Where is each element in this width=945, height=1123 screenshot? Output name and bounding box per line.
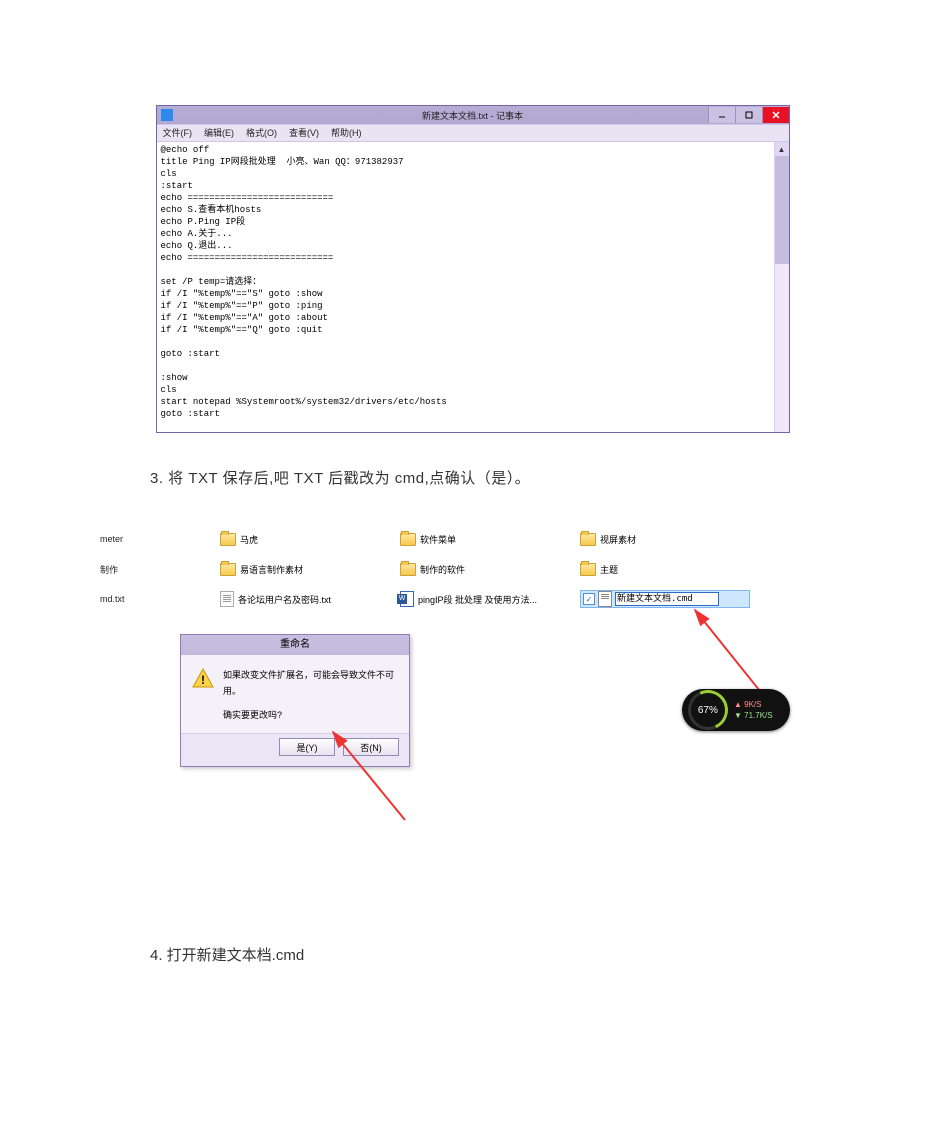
notepad-titlebar: 新建文本文档.txt - 记事本 bbox=[157, 106, 789, 124]
download-speed: 71.7K/S bbox=[744, 711, 772, 720]
folder-item[interactable]: 制作的软件 bbox=[400, 563, 580, 576]
file-rename-item[interactable]: ✓ 新建文本文档.cmd bbox=[580, 590, 750, 608]
folder-item[interactable]: 视屏素材 bbox=[580, 533, 760, 546]
step-3-text: 3. 将 TXT 保存后,吧 TXT 后戳改为 cmd,点确认（是）。 bbox=[150, 467, 845, 488]
menu-format[interactable]: 格式(O) bbox=[240, 125, 283, 141]
notepad-menubar: 文件(F) 编辑(E) 格式(O) 查看(V) 帮助(H) bbox=[157, 124, 789, 142]
arrow-up-icon: ▲ bbox=[734, 700, 744, 709]
notepad-icon bbox=[161, 109, 173, 121]
row-label: md.txt bbox=[100, 594, 220, 604]
rename-input[interactable]: 新建文本文档.cmd bbox=[615, 592, 719, 606]
dialog-line1: 如果改变文件扩展名，可能会导致文件不可用。 bbox=[223, 667, 399, 699]
word-file-icon bbox=[400, 591, 414, 607]
gauge-percent: 67% bbox=[698, 704, 718, 715]
scroll-thumb[interactable] bbox=[775, 156, 789, 264]
no-button[interactable]: 否(N) bbox=[343, 738, 399, 756]
svg-text:!: ! bbox=[201, 673, 205, 687]
file-item[interactable]: 各论坛用户名及密码.txt bbox=[220, 591, 400, 607]
network-gauge-widget: 67% ▲ 9K/S ▼ 71.7K/S bbox=[682, 689, 790, 731]
file-name: pingIP段 批处理 及使用方法... bbox=[418, 593, 537, 606]
folder-icon bbox=[580, 533, 596, 546]
cmd-file-icon bbox=[598, 591, 612, 607]
step-4-text: 4. 打开新建文本档.cmd bbox=[150, 944, 845, 965]
folder-name: 易语言制作素材 bbox=[240, 563, 303, 576]
warning-icon: ! bbox=[191, 667, 215, 691]
scrollbar[interactable]: ▲ bbox=[774, 142, 789, 432]
scroll-up-icon[interactable]: ▲ bbox=[775, 142, 789, 156]
document-page: 新建文本文档.txt - 记事本 文件(F) 编辑(E) 格式(O) 查看(V)… bbox=[0, 0, 945, 1123]
notepad-title: 新建文本文档.txt - 记事本 bbox=[422, 109, 523, 122]
row-label: meter bbox=[100, 534, 220, 544]
menu-view[interactable]: 查看(V) bbox=[283, 125, 325, 141]
minimize-button[interactable] bbox=[708, 107, 735, 123]
folder-icon bbox=[580, 563, 596, 576]
folder-icon bbox=[220, 563, 236, 576]
text-file-icon bbox=[220, 591, 234, 607]
folder-name: 制作的软件 bbox=[420, 563, 465, 576]
folder-name: 软件菜单 bbox=[420, 533, 456, 546]
folder-item[interactable]: 马虎 bbox=[220, 533, 400, 546]
dialog-message: 如果改变文件扩展名，可能会导致文件不可用。 确实要更改吗? bbox=[223, 667, 399, 723]
arrow-down-icon: ▼ bbox=[734, 711, 744, 720]
folder-item[interactable]: 软件菜单 bbox=[400, 533, 580, 546]
menu-edit[interactable]: 编辑(E) bbox=[198, 125, 240, 141]
file-item[interactable]: pingIP段 批处理 及使用方法... bbox=[400, 591, 580, 607]
folder-name: 马虎 bbox=[240, 533, 258, 546]
notepad-window: 新建文本文档.txt - 记事本 文件(F) 编辑(E) 格式(O) 查看(V)… bbox=[156, 105, 790, 433]
yes-button[interactable]: 是(Y) bbox=[279, 738, 335, 756]
folder-item[interactable]: 易语言制作素材 bbox=[220, 563, 400, 576]
dialog-line2: 确实要更改吗? bbox=[223, 707, 399, 723]
folder-icon bbox=[400, 533, 416, 546]
gauge-stats: ▲ 9K/S ▼ 71.7K/S bbox=[734, 699, 773, 721]
explorer-snippet: meter 马虎 软件菜单 视屏素材 制作 易语言制作素材 制作的软件 主题 m… bbox=[100, 524, 845, 834]
dialog-title: 重命名 bbox=[181, 635, 409, 655]
folder-name: 视屏素材 bbox=[600, 533, 636, 546]
gauge-ring-icon: 67% bbox=[682, 684, 733, 735]
folder-name: 主题 bbox=[600, 563, 618, 576]
rename-dialog: 重命名 ! 如果改变文件扩展名，可能会导致文件不可用。 确实要更改吗? 是(Y)… bbox=[180, 634, 410, 767]
notepad-body: @echo off title Ping IP网段批处理 小亮、Wan QQ：9… bbox=[157, 142, 789, 432]
menu-help[interactable]: 帮助(H) bbox=[325, 125, 368, 141]
upload-speed: 9K/S bbox=[744, 700, 761, 709]
file-name: 各论坛用户名及密码.txt bbox=[238, 593, 331, 606]
menu-file[interactable]: 文件(F) bbox=[157, 125, 199, 141]
notepad-text[interactable]: @echo off title Ping IP网段批处理 小亮、Wan QQ：9… bbox=[157, 142, 789, 432]
window-controls bbox=[708, 107, 789, 123]
checkbox-icon[interactable]: ✓ bbox=[583, 593, 595, 605]
maximize-button[interactable] bbox=[735, 107, 762, 123]
close-button[interactable] bbox=[762, 107, 789, 123]
folder-icon bbox=[400, 563, 416, 576]
folder-icon bbox=[220, 533, 236, 546]
row-label: 制作 bbox=[100, 563, 220, 576]
folder-item[interactable]: 主题 bbox=[580, 563, 760, 576]
